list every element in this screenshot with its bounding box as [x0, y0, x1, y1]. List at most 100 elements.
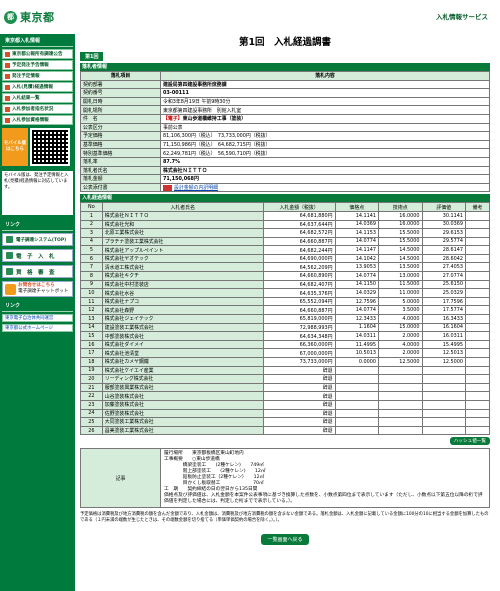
tab-round-1[interactable]: 第1回 [80, 52, 104, 61]
arrow-icon [5, 117, 10, 123]
table-cell [465, 245, 490, 255]
table-cell: 16.1604 [421, 322, 467, 333]
arrow-icon [5, 73, 10, 79]
info-key: 落札金額 [80, 174, 161, 184]
e-bid-button[interactable]: 電 子 入 札 [2, 249, 73, 262]
table-cell [378, 425, 423, 436]
hash-list-button[interactable]: ハッシュ値一覧 [449, 437, 490, 446]
attachment-link[interactable]: 設計金額の内訳明細 [174, 185, 218, 191]
system-link-button[interactable]: 電子調達システム(TOP) [2, 233, 73, 246]
table-cell [334, 365, 380, 376]
table-row: 17 株式会社池清堂 67,000,000円 10.5013 2.0000 12.5013 [80, 348, 490, 358]
info-row: 契約部署 建設局第四建設事務所庶務課 [80, 79, 490, 90]
table-row: 8 株式会社キクチ 64,660,890円 14.0774 13.0000 27.0774 [80, 271, 490, 281]
info-value-cell: 81,106,300円（税込） 73,733,000円（税抜） [160, 131, 490, 141]
info-row: 契約番号 03-00111 [80, 88, 490, 98]
table-cell: 株式会社水谷 [101, 288, 264, 298]
table-cell [378, 408, 423, 419]
mobile-site-button[interactable]: モバイル版 はこちら [2, 128, 28, 166]
qualification-button[interactable]: 資 格 審 査 [2, 265, 73, 278]
info-row: 開札場所 東京都第四建設事務所 別館入札室 [80, 105, 490, 115]
table-cell: 建設塗装工業株式会社 [101, 322, 264, 333]
table-cell: 株式会社ヤオテック [101, 253, 264, 264]
chatbot-label: お問合せはこちら 電子調達チャットボット [18, 283, 69, 295]
qr-code-icon [30, 128, 70, 166]
table-cell: 15 [80, 331, 103, 341]
table-cell: 27.4053 [421, 262, 467, 273]
table-cell: 9 [80, 279, 103, 290]
arrow-icon [5, 106, 10, 112]
table-cell: 64,681,880円 [262, 210, 336, 221]
table-row: 7 清水道工株式会社 64,562,209円 13.9053 13.5000 27.405… [80, 262, 490, 273]
sidebar-item-4[interactable]: 入札結果一覧 [2, 93, 73, 103]
table-cell: 1.1604 [334, 322, 380, 333]
sidebar-item-2[interactable]: 発注予定情報 [2, 71, 73, 81]
table-cell: 辞退 [262, 417, 336, 427]
table-cell: 中部塗装株式会社 [101, 331, 264, 341]
tokyo-logo[interactable]: 都 東京都 [0, 0, 75, 34]
table-row: 19 株式会社ケイエイ産業 辞退 [80, 365, 490, 376]
sidebar-item-6[interactable]: 入札参加資格情報 [2, 115, 73, 125]
table-cell: 64,682,572円 [262, 228, 336, 238]
sidebar-item-1[interactable]: 予定発注予告情報 [2, 60, 73, 70]
table-cell: 23 [80, 399, 103, 410]
table-cell [465, 236, 490, 247]
info-value-cell: 設計金額の内訳明細 [160, 182, 490, 193]
table-cell: 64,690,000円 [262, 253, 336, 264]
arrow-icon [5, 84, 10, 90]
table-cell: 辞退 [262, 425, 336, 436]
sidebar-item-3[interactable]: 入札(見積)経過情報 [2, 82, 73, 92]
info-value-cell: 71,150,068円 [160, 174, 490, 184]
table-cell: 12.5000 [378, 357, 423, 367]
table-cell: 15.4995 [421, 339, 467, 350]
back-to-list-button[interactable]: 一覧画面へ戻る [261, 534, 309, 546]
table-cell: 3 [80, 228, 103, 238]
info-value: 03-00111 [163, 89, 189, 96]
results-col-header: 評価値 [421, 202, 467, 212]
link-tokyo-e-gov[interactable]: 東京電子自治体共同運営 [2, 314, 73, 322]
info-value-cell: 令和3年8月19日 午前9時30分 [160, 96, 490, 107]
sidebar-item-5[interactable]: 入札参加者指名状況 [2, 104, 73, 114]
electronic-tag: 【電子】 [163, 116, 183, 123]
info-key: 公表区分 [80, 122, 161, 133]
logo-text: 東京都 [20, 11, 55, 24]
link-tokyo-official[interactable]: 東京都公式ホームページ [2, 324, 73, 332]
table-cell: 大同塗装工業株式会社 [101, 417, 264, 427]
table-cell [378, 382, 423, 393]
table-cell [421, 417, 467, 427]
table-row: 4 プラチナ塗装工業株式会社 64,660,887円 14.0774 15.5000 29… [80, 236, 490, 247]
info-key: 件 名 [80, 113, 161, 124]
table-row: 6 株式会社ヤオテック 64,690,000円 14.1042 14.5000 28.60… [80, 253, 490, 264]
info-value-cell: 62,249,781円（税込） 56,590,710円（税抜） [160, 148, 490, 158]
table-cell [465, 417, 490, 427]
table-row: 23 加藤塗装株式会社 辞退 [80, 399, 490, 410]
chatbot-icon [5, 283, 16, 295]
table-cell: 株式会社池清堂 [101, 348, 264, 358]
chatbot-button[interactable]: お問合せはこちら 電子調達チャットボット [2, 281, 73, 297]
table-cell: 14.5000 [378, 253, 423, 264]
table-row: 15 中部塗装株式会社 64,634,348円 14.0311 2.0000 16.031… [80, 331, 490, 341]
table-cell: 64,634,348円 [262, 331, 336, 341]
qualification-label: 資 格 審 査 [16, 269, 55, 276]
sidebar-item-label: 入札結果一覧 [12, 96, 40, 101]
table-cell: 14.1147 [334, 245, 380, 255]
header: 入札情報サービス [75, 0, 500, 34]
table-cell: 12.5000 [421, 357, 467, 367]
table-cell: 辞退 [262, 408, 336, 419]
table-cell: 18 [80, 357, 103, 367]
table-cell [334, 391, 380, 401]
table-cell: 12.5013 [421, 348, 467, 358]
info-row: 落札者氏名 株式会社ＮＩＴＴＯ [80, 165, 490, 176]
table-cell: 67,000,000円 [262, 348, 336, 358]
table-cell: 24 [80, 408, 103, 419]
table-cell: 11.4995 [334, 339, 380, 350]
table-cell: 辞退 [262, 382, 336, 393]
service-link[interactable]: 入札情報サービス [436, 11, 488, 21]
table-cell: 清水道工株式会社 [101, 262, 264, 273]
table-cell: 25 [80, 417, 103, 427]
sidebar-item-0[interactable]: 東京都公報所有調達公告 [2, 49, 73, 59]
table-row: 24 佐野塗装株式会社 辞退 [80, 408, 490, 419]
table-cell [465, 391, 490, 401]
table-cell: 株式会社ジェイテック [101, 314, 264, 324]
table-cell: 14.0774 [334, 271, 380, 281]
